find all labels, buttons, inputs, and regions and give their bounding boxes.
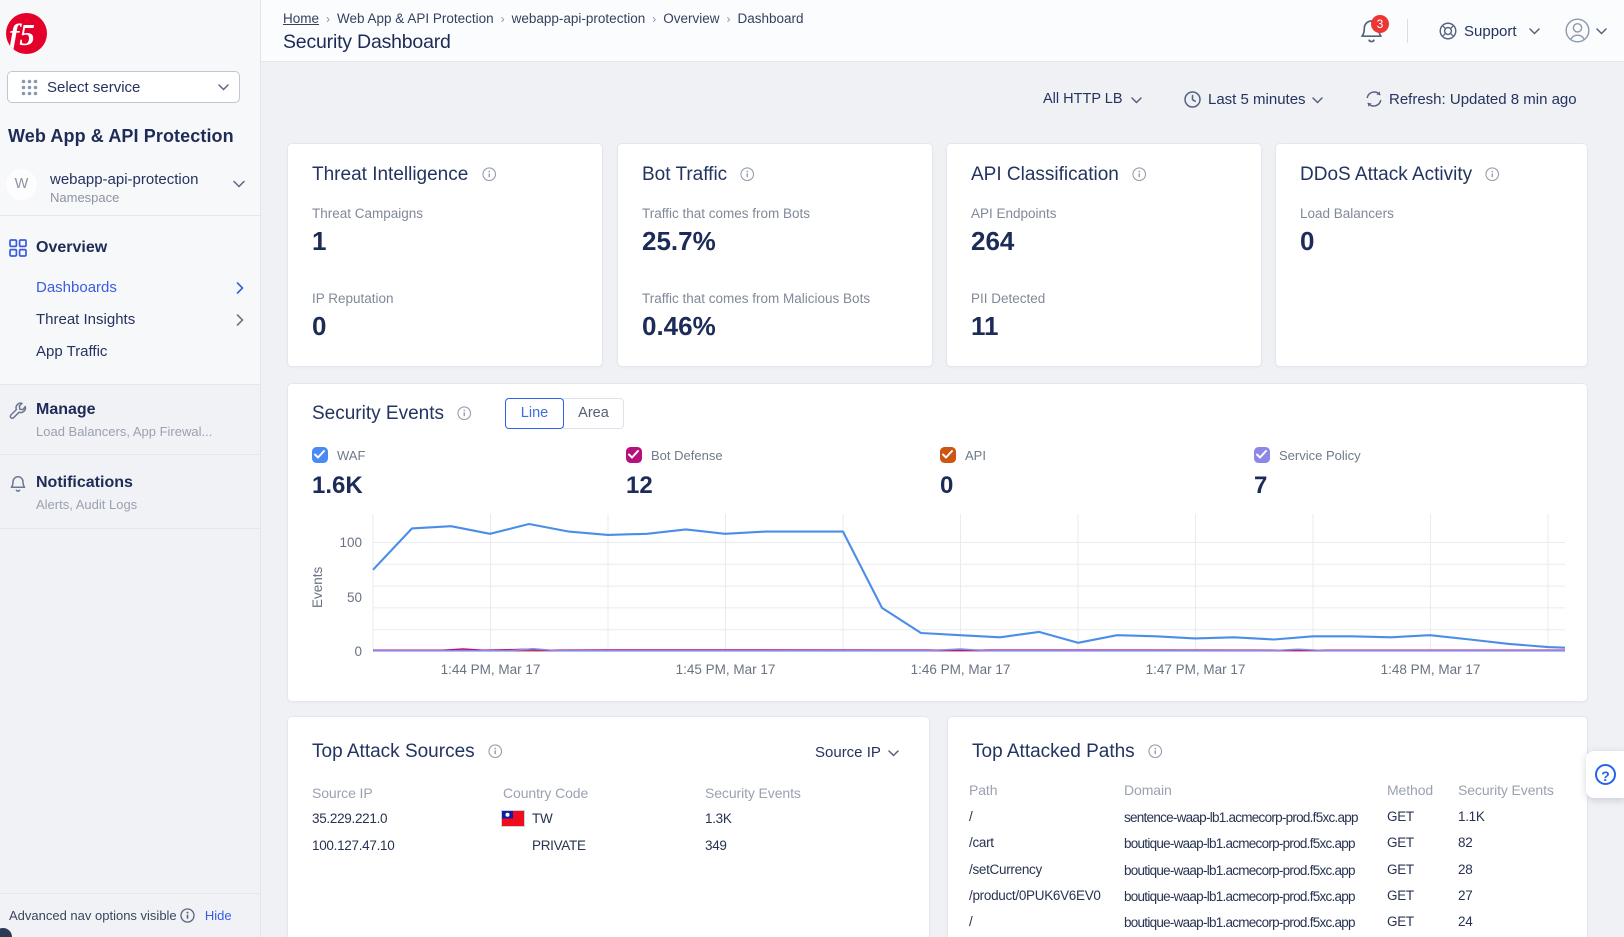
svg-text:100: 100	[339, 535, 362, 550]
svg-text:f5: f5	[9, 17, 35, 52]
svg-text:1:47 PM, Mar 17: 1:47 PM, Mar 17	[1146, 662, 1246, 677]
svg-text:Events: Events	[310, 566, 325, 608]
svg-text:1:48 PM, Mar 17: 1:48 PM, Mar 17	[1381, 662, 1481, 677]
svg-text:1:46 PM, Mar 17: 1:46 PM, Mar 17	[911, 662, 1011, 677]
svg-text:0: 0	[354, 644, 362, 659]
svg-text:50: 50	[347, 590, 362, 605]
svg-text:1:44 PM, Mar 17: 1:44 PM, Mar 17	[441, 662, 541, 677]
svg-text:1:45 PM, Mar 17: 1:45 PM, Mar 17	[676, 662, 776, 677]
